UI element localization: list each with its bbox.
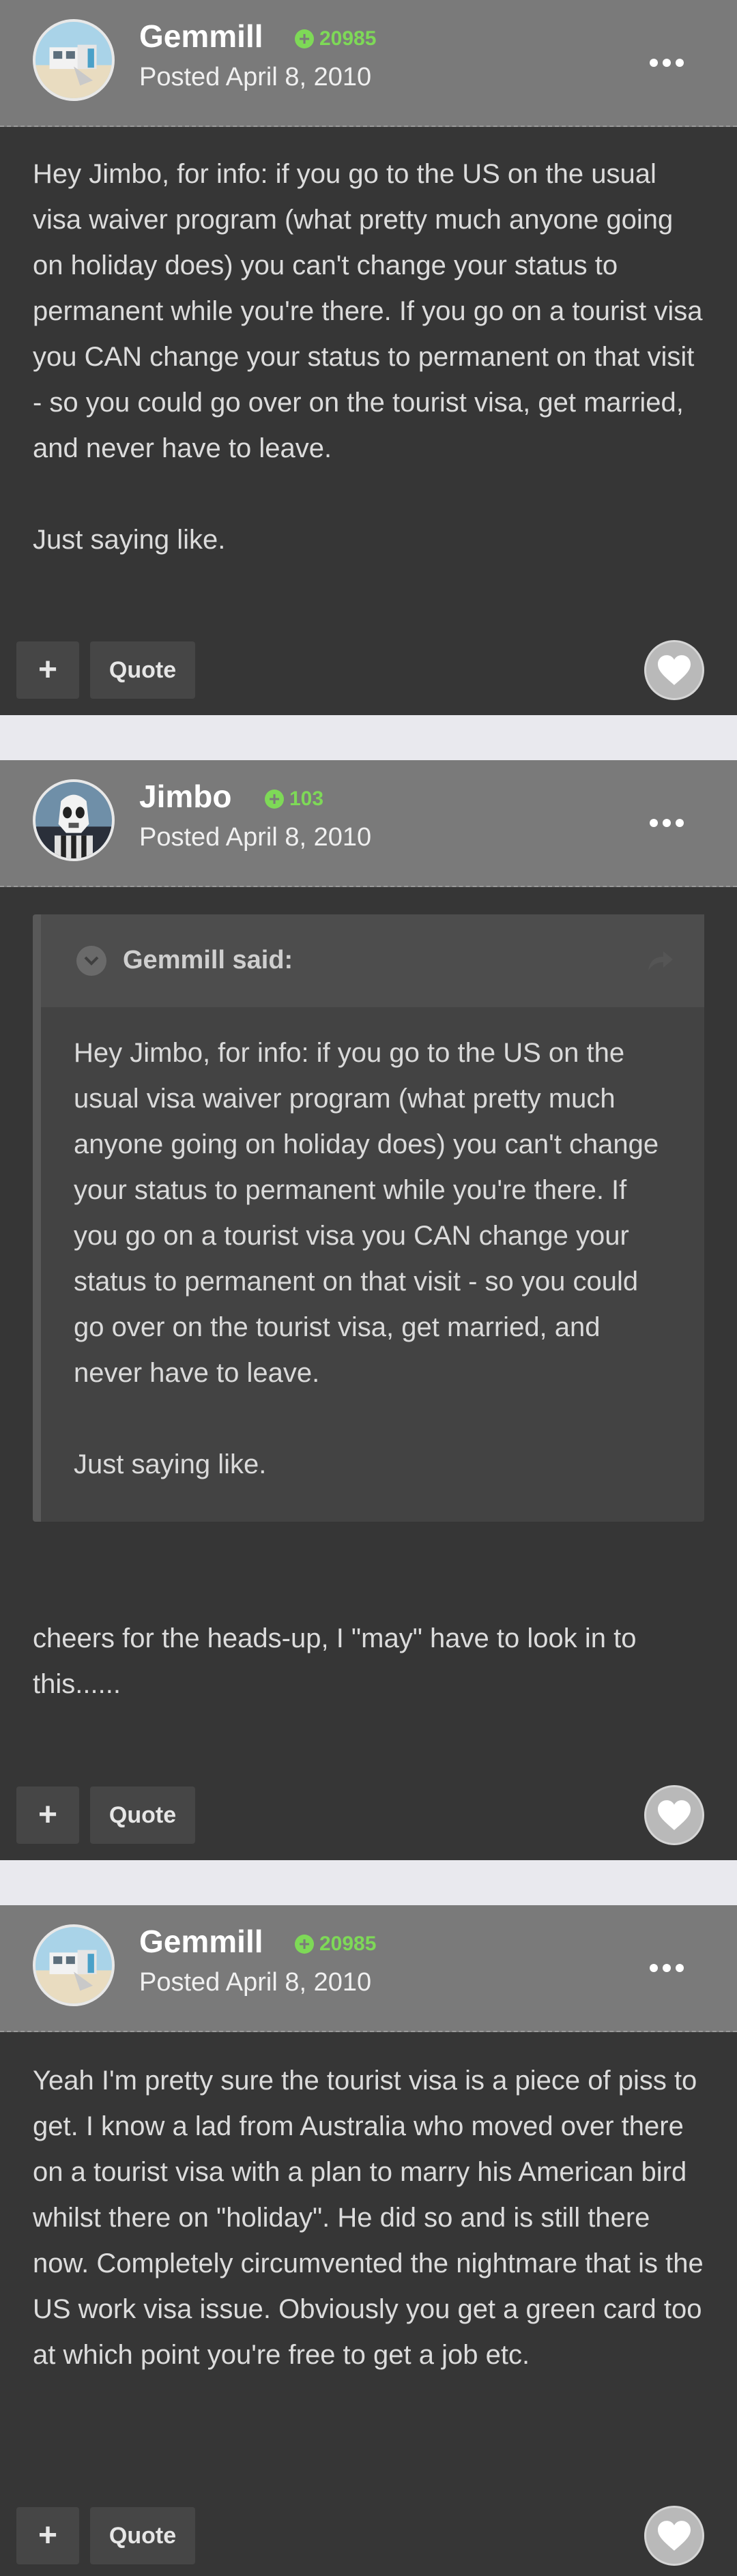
- post-1: Gemmill + 20985 Posted April 8, 2010 Hey…: [0, 0, 737, 715]
- reputation-count: 103: [289, 787, 324, 810]
- quote-header[interactable]: Gemmill said:: [41, 914, 704, 1007]
- beach-house-avatar-icon: [35, 1927, 112, 2003]
- quote-paragraph: Just saying like.: [74, 1449, 267, 1479]
- reputation-badge: + 20985: [295, 1933, 376, 1956]
- post-paragraph: Hey Jimbo, for info: if you go to the US…: [33, 159, 703, 463]
- post-3: Gemmill + 20985 Posted April 8, 2010 Yea…: [0, 1905, 737, 2576]
- post-body: Hey Jimbo, for info: if you go to the US…: [33, 151, 708, 563]
- more-options-icon[interactable]: [650, 809, 684, 837]
- author-name[interactable]: Jimbo: [139, 778, 231, 815]
- avatar[interactable]: [33, 1924, 115, 2006]
- reputation-count: 20985: [319, 1933, 377, 1955]
- quote-button[interactable]: Quote: [90, 2507, 195, 2564]
- quote-button[interactable]: Quote: [90, 1786, 195, 1844]
- post-header: Gemmill + 20985 Posted April 8, 2010: [0, 0, 737, 127]
- post-header: Jimbo + 103 Posted April 8, 2010: [0, 760, 737, 887]
- post-paragraph: cheers for the heads-up, I "may" have to…: [33, 1623, 637, 1699]
- share-arrow-icon[interactable]: [644, 944, 677, 977]
- like-button[interactable]: [644, 640, 704, 700]
- quote-block: Gemmill said: Hey Jimbo, for info: if yo…: [33, 914, 704, 1522]
- chevron-down-icon[interactable]: [76, 946, 106, 976]
- author-name[interactable]: Gemmill: [139, 1923, 263, 1960]
- post-header: Gemmill + 20985 Posted April 8, 2010: [0, 1905, 737, 2032]
- stormtrooper-avatar-icon: [35, 782, 112, 858]
- quote-paragraph: Hey Jimbo, for info: if you go to the US…: [74, 1038, 659, 1388]
- avatar[interactable]: [33, 19, 115, 101]
- like-button[interactable]: [644, 2506, 704, 2566]
- reputation-badge: + 103: [265, 787, 323, 811]
- multiquote-button[interactable]: +: [16, 2507, 79, 2564]
- post-date[interactable]: Posted April 8, 2010: [139, 63, 371, 92]
- avatar[interactable]: [33, 779, 115, 861]
- more-options-icon[interactable]: [650, 49, 684, 76]
- plus-circle-icon: +: [295, 29, 314, 48]
- reputation-count: 20985: [319, 27, 377, 50]
- quote-author: Gemmill said:: [123, 946, 293, 974]
- post-2: Jimbo + 103 Posted April 8, 2010 Gemmill…: [0, 760, 737, 1860]
- more-options-icon[interactable]: [650, 1954, 684, 1982]
- post-paragraph: Yeah I'm pretty sure the tourist visa is…: [33, 2066, 704, 2370]
- post-paragraph: Just saying like.: [33, 525, 226, 555]
- reputation-badge: + 20985: [295, 27, 376, 50]
- plus-circle-icon: +: [265, 790, 284, 809]
- heart-icon: [658, 2521, 691, 2551]
- heart-icon: [658, 1800, 691, 1830]
- post-date[interactable]: Posted April 8, 2010: [139, 1968, 371, 1997]
- heart-icon: [658, 655, 691, 685]
- post-date[interactable]: Posted April 8, 2010: [139, 823, 371, 852]
- author-name[interactable]: Gemmill: [139, 18, 263, 55]
- beach-house-avatar-icon: [35, 22, 112, 98]
- quote-body: Hey Jimbo, for info: if you go to the US…: [74, 1030, 674, 1488]
- plus-circle-icon: +: [295, 1935, 314, 1954]
- quote-button[interactable]: Quote: [90, 641, 195, 699]
- like-button[interactable]: [644, 1785, 704, 1845]
- post-body: Yeah I'm pretty sure the tourist visa is…: [33, 2058, 708, 2378]
- post-body: cheers for the heads-up, I "may" have to…: [33, 1616, 708, 1707]
- multiquote-button[interactable]: +: [16, 641, 79, 699]
- multiquote-button[interactable]: +: [16, 1786, 79, 1844]
